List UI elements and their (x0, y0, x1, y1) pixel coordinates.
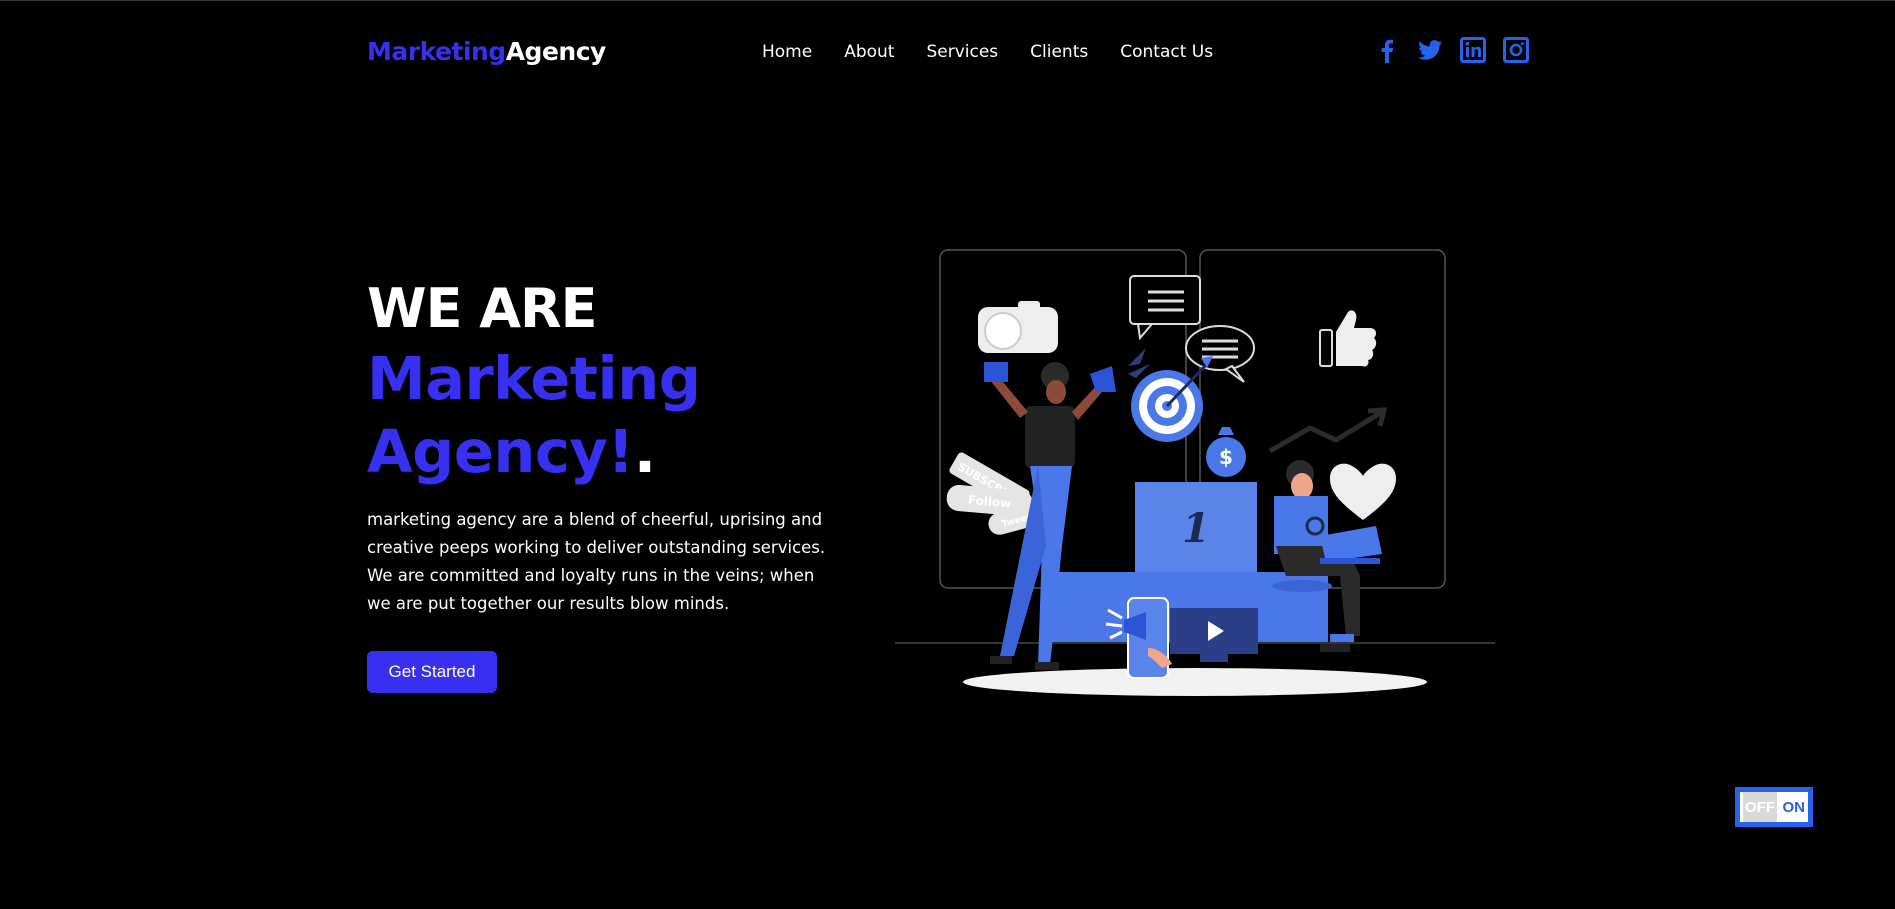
hero-heading-dot: . (633, 417, 656, 486)
toggle-track: OFF ON (1740, 792, 1808, 822)
podium-number: 1 (1182, 505, 1210, 552)
logo-agency: Agency (505, 37, 607, 66)
money-symbol: $ (1219, 445, 1233, 469)
nav-clients[interactable]: Clients (1030, 42, 1088, 62)
hero-description: marketing agency are a blend of cheerful… (367, 510, 826, 613)
money-bag-icon: $ (1206, 427, 1246, 477)
toggle-on-label: ON (1782, 798, 1806, 816)
hero-heading-marketing: Marketing (367, 344, 701, 413)
social-links (1374, 37, 1529, 63)
linkedin-icon[interactable] (1460, 37, 1486, 63)
instagram-icon[interactable] (1503, 37, 1529, 63)
page: MarketingAgency Home About Services Clie… (0, 0, 1895, 909)
nav-about[interactable]: About (844, 42, 894, 62)
get-started-button[interactable]: Get Started (367, 651, 497, 693)
twitter-icon[interactable] (1417, 37, 1443, 63)
marketing-illustration: $ 1 SUBSCRIBE Follow Tweet (895, 249, 1495, 696)
heart-icon (1330, 463, 1396, 520)
chat-bubble-icon (1129, 275, 1201, 341)
logo[interactable]: MarketingAgency (367, 37, 606, 66)
thumbs-up-icon (1319, 310, 1377, 367)
hero-heading-agency: Agency!. (367, 417, 656, 486)
megaphone-rays (1128, 348, 1150, 378)
hero-heading-we-are: WE ARE (367, 277, 598, 340)
main-nav: Home About Services Clients Contact Us (762, 42, 1213, 62)
floor-shadow (963, 668, 1427, 696)
on-off-toggle[interactable]: OFF ON (1735, 787, 1813, 827)
camera-icon (978, 301, 1058, 353)
hero-heading-agency-text: Agency! (367, 417, 634, 486)
video-player-icon (1170, 608, 1258, 662)
logo-marketing: Marketing (367, 37, 506, 66)
trend-arrow-icon (1268, 407, 1388, 454)
nav-contact-us[interactable]: Contact Us (1120, 42, 1213, 62)
facebook-icon[interactable] (1374, 37, 1400, 63)
toggle-off-label: OFF (1743, 792, 1777, 822)
nav-home[interactable]: Home (762, 42, 812, 62)
nav-services[interactable]: Services (926, 42, 998, 62)
